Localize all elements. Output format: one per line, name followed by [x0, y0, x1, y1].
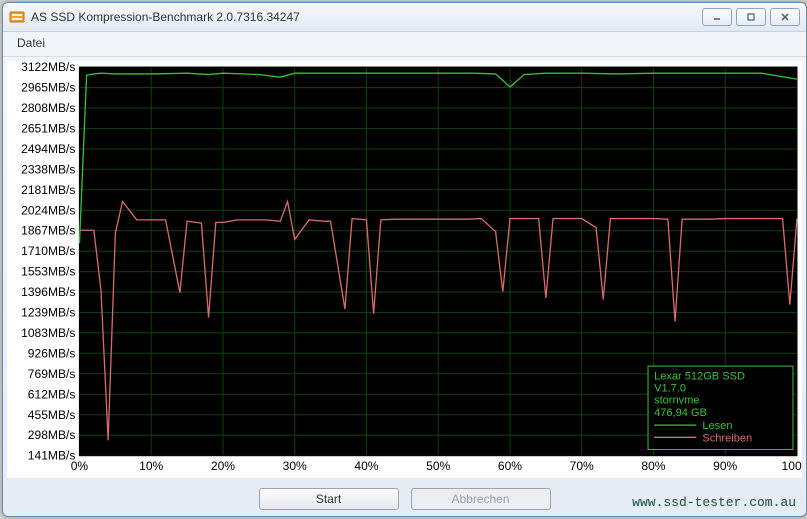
- y-tick-label: 2651MB/s: [21, 121, 75, 135]
- content-area: 141MB/s 298MB/s 455MB/s 612MB/s 769MB/s 926MB…: [3, 57, 806, 516]
- y-tick-label: 769MB/s: [28, 367, 76, 381]
- watermark: www.ssd-tester.com.au: [632, 495, 796, 510]
- start-button[interactable]: Start: [259, 488, 399, 510]
- legend-info: stornvme: [654, 395, 699, 407]
- menu-datei[interactable]: Datei: [11, 34, 51, 52]
- y-tick-label: 612MB/s: [28, 387, 76, 401]
- x-tick-label: 60%: [498, 459, 522, 473]
- chart-area: 141MB/s 298MB/s 455MB/s 612MB/s 769MB/s 926MB…: [7, 61, 802, 478]
- menubar: Datei: [3, 32, 806, 57]
- y-tick-label: 1083MB/s: [21, 326, 75, 340]
- y-tick-label: 455MB/s: [28, 408, 76, 422]
- y-tick-label: 1396MB/s: [21, 285, 75, 299]
- footer: Start Abbrechen www.ssd-tester.com.au: [3, 482, 806, 516]
- y-tick-label: 1867MB/s: [21, 224, 75, 238]
- y-tick-label: 1710MB/s: [21, 244, 75, 258]
- legend-info: V1.7.0: [654, 383, 686, 395]
- close-button[interactable]: [770, 8, 800, 26]
- line-chart: 141MB/s 298MB/s 455MB/s 612MB/s 769MB/s 926MB…: [7, 61, 802, 478]
- legend-info: 476,94 GB: [654, 407, 707, 419]
- y-tick-label: 2338MB/s: [21, 162, 75, 176]
- titlebar: AS SSD Kompression-Benchmark 2.0.7316.34…: [3, 3, 806, 32]
- legend-series-label: Lesen: [702, 420, 732, 432]
- y-tick-label: 2965MB/s: [21, 81, 75, 95]
- x-tick-label: 50%: [426, 459, 450, 473]
- y-tick-label: 298MB/s: [28, 428, 76, 442]
- x-tick-label: 30%: [283, 459, 307, 473]
- x-tick-label: 20%: [211, 459, 235, 473]
- y-tick-label: 141MB/s: [28, 449, 76, 463]
- minimize-button[interactable]: [702, 8, 732, 26]
- x-tick-label: 90%: [713, 459, 737, 473]
- y-tick-label: 1553MB/s: [21, 265, 75, 279]
- y-tick-label: 1239MB/s: [21, 306, 75, 320]
- maximize-button[interactable]: [736, 8, 766, 26]
- x-tick-label: 0%: [71, 459, 89, 473]
- y-tick-label: 3122MB/s: [21, 61, 75, 74]
- app-icon: [9, 9, 25, 25]
- y-tick-label: 2024MB/s: [21, 203, 75, 217]
- x-tick-label: 70%: [570, 459, 594, 473]
- x-tick-label: 10%: [139, 459, 163, 473]
- window-title: AS SSD Kompression-Benchmark 2.0.7316.34…: [31, 10, 702, 24]
- x-tick-label: 80%: [641, 459, 665, 473]
- y-tick-label: 2494MB/s: [21, 142, 75, 156]
- window-controls: [702, 8, 800, 26]
- cancel-button[interactable]: Abbrechen: [411, 488, 551, 510]
- y-tick-label: 2181MB/s: [21, 183, 75, 197]
- y-tick-label: 2808MB/s: [21, 101, 75, 115]
- legend-info: Lexar 512GB SSD: [654, 370, 745, 382]
- app-window: AS SSD Kompression-Benchmark 2.0.7316.34…: [2, 2, 807, 517]
- x-tick-label: 40%: [354, 459, 378, 473]
- x-tick-label: 100%: [782, 459, 802, 473]
- y-tick-label: 926MB/s: [28, 346, 76, 360]
- legend-series-label: Schreiben: [702, 432, 752, 444]
